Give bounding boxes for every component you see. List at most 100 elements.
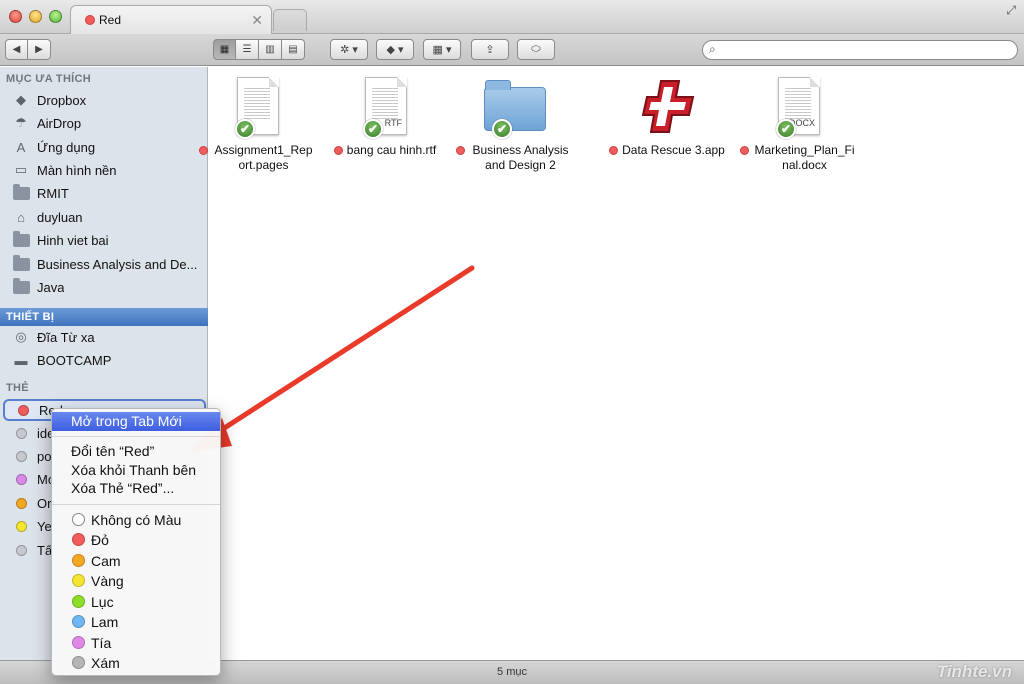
- file-item-assignment[interactable]: ✔ Assignment1_Report.pages: [192, 75, 322, 173]
- sidebar-item-label: Java: [37, 279, 65, 295]
- folder-icon: [12, 254, 30, 272]
- file-item-bang-cau-hinh[interactable]: RTF ✔ bang cau hinh.rtf: [320, 75, 450, 158]
- menu-color-label: Lục: [91, 593, 114, 610]
- menu-color-label: Cam: [91, 552, 121, 569]
- watermark: Tinhte.vn: [936, 662, 1012, 681]
- gear-icon: ✲ ▾: [340, 44, 358, 56]
- applications-icon: A: [16, 139, 26, 155]
- menu-item-rename-tag[interactable]: Đổi tên “Red”: [52, 442, 220, 461]
- file-extension-label: RTF: [384, 118, 402, 128]
- sidebar-item-dropbox[interactable]: ◆ Dropbox: [12, 89, 204, 111]
- menu-color-red[interactable]: Đỏ: [72, 530, 109, 549]
- file-item-business-analysis[interactable]: ✔ Business Analysis and Design 2: [449, 75, 579, 173]
- sidebar-item-label: Business Analysis and De...: [37, 256, 198, 272]
- sidebar-item-label: Ứng dụng: [37, 139, 96, 155]
- coverflow-view-button[interactable]: ▤: [282, 39, 305, 60]
- back-arrow-icon: ◀: [12, 44, 21, 55]
- sidebar-item-remote-disc[interactable]: ◎ Đĩa Từ xa: [12, 326, 204, 348]
- arrange-menu-button[interactable]: ▦ ▾: [423, 39, 461, 60]
- menu-color-yellow[interactable]: Vàng: [72, 571, 124, 590]
- file-name: Assignment1_Report.pages: [214, 143, 313, 172]
- tags-header: THẺ: [6, 382, 29, 394]
- sidebar-item-airdrop[interactable]: ☂ AirDrop: [12, 112, 204, 134]
- menu-item-open-new-tab[interactable]: Mở trong Tab Mới: [52, 412, 220, 431]
- sidebar-item-business-analysis[interactable]: Business Analysis and De...: [12, 253, 204, 275]
- menu-color-none[interactable]: Không có Màu: [72, 510, 181, 529]
- menu-item-delete-tag[interactable]: Xóa Thẻ “Red”...: [52, 479, 220, 498]
- menu-color-blue[interactable]: Lam: [72, 612, 118, 631]
- icon-view-button[interactable]: ▦: [213, 39, 236, 60]
- file-name: Business Analysis and Design 2: [472, 143, 569, 172]
- zoom-window-button[interactable]: [49, 10, 62, 23]
- red-tag-dot-icon: [333, 146, 343, 155]
- sidebar-item-duyluan[interactable]: ⌂ duyluan: [12, 206, 204, 228]
- column-view-icon: ▥: [265, 44, 275, 55]
- action-menu-button[interactable]: ✲ ▾: [330, 39, 368, 60]
- search-input[interactable]: [725, 43, 1005, 57]
- column-view-button[interactable]: ▥: [259, 39, 282, 60]
- sidebar-item-applications[interactable]: A Ứng dụng: [12, 136, 204, 158]
- tag-dot-icon: [12, 542, 30, 558]
- hard-drive-icon: ▬: [14, 352, 28, 368]
- tab-red[interactable]: Red ✕: [70, 5, 272, 35]
- sidebar-item-label: Or: [37, 495, 52, 511]
- fullscreen-icon[interactable]: ⤢: [1006, 3, 1016, 18]
- data-rescue-app-icon: [635, 75, 699, 139]
- minimize-window-button[interactable]: [29, 10, 42, 23]
- menu-color-purple[interactable]: Tía: [72, 633, 111, 652]
- dropbox-icon: ◆: [16, 92, 26, 107]
- menu-color-label: Không có Màu: [91, 511, 182, 528]
- favorites-header: MỤC ƯA THÍCH: [6, 73, 92, 85]
- menu-color-label: Tía: [91, 634, 112, 651]
- folder-icon: [12, 230, 30, 248]
- menu-item-remove-from-sidebar[interactable]: Xóa khỏi Thanh bên: [52, 461, 220, 480]
- sidebar-item-label: BOOTCAMP: [37, 352, 112, 368]
- sidebar-item-rmit[interactable]: RMIT: [12, 182, 204, 204]
- desktop-icon: ▭: [14, 162, 28, 177]
- red-tag-dot-icon: [739, 146, 749, 155]
- dropbox-menu-button[interactable]: ◆ ▾: [376, 39, 414, 60]
- tag-dot-icon: [12, 495, 30, 511]
- coverflow-view-icon: ▤: [288, 44, 298, 55]
- sidebar-item-label: RMIT: [37, 185, 69, 201]
- list-view-button[interactable]: ☰: [236, 39, 259, 60]
- sidebar-item-label: Tấ: [37, 542, 53, 558]
- back-button[interactable]: ◀: [5, 39, 28, 60]
- share-button[interactable]: ⇪: [471, 39, 509, 60]
- sync-check-icon: ✔: [492, 119, 512, 139]
- sidebar-item-bootcamp[interactable]: ▬ BOOTCAMP: [12, 349, 204, 371]
- tag-context-menu: Mở trong Tab Mới Đổi tên “Red” Xóa khỏi …: [51, 408, 221, 676]
- rtf-document-icon: RTF ✔: [353, 75, 417, 139]
- menu-color-label: Vàng: [91, 572, 124, 589]
- tag-dot-icon: [12, 448, 30, 464]
- sidebar-item-hinh-viet-bai[interactable]: Hinh viet bai: [12, 229, 204, 251]
- menu-color-gray[interactable]: Xám: [72, 653, 120, 672]
- home-icon: ⌂: [17, 209, 25, 225]
- file-item-data-rescue[interactable]: Data Rescue 3.app: [602, 75, 732, 158]
- search-field[interactable]: ⌕: [702, 40, 1018, 60]
- sync-check-icon: ✔: [776, 119, 796, 139]
- red-tag-dot-icon: [85, 15, 95, 25]
- forward-button[interactable]: ▶: [28, 39, 51, 60]
- sidebar-item-label: Dropbox: [37, 92, 87, 108]
- tab-close-icon[interactable]: ✕: [251, 12, 263, 29]
- file-name: bang cau hinh.rtf: [346, 143, 437, 157]
- red-tag-dot-icon: [198, 146, 208, 155]
- list-view-icon: ☰: [242, 44, 252, 55]
- sidebar-item-label: Ye: [37, 518, 52, 534]
- pages-document-icon: ✔: [225, 75, 289, 139]
- sidebar-item-desktop[interactable]: ▭ Màn hình nền: [12, 159, 204, 181]
- close-window-button[interactable]: [9, 10, 22, 23]
- file-item-marketing-plan[interactable]: DOCX ✔ Marketing_Plan_Final.docx: [733, 75, 863, 173]
- file-name: Marketing_Plan_Final.docx: [754, 143, 855, 172]
- sidebar-item-label: AirDrop: [37, 115, 82, 131]
- menu-color-green[interactable]: Lục: [72, 592, 114, 611]
- new-tab-button[interactable]: [273, 9, 307, 31]
- menu-color-orange[interactable]: Cam: [72, 551, 121, 570]
- search-icon: ⌕: [709, 42, 716, 56]
- sidebar-item-java[interactable]: Java: [12, 276, 204, 298]
- back-forward-control: ◀ ▶: [5, 39, 51, 60]
- tag-icon: ⬭: [531, 43, 541, 55]
- edit-tags-button[interactable]: ⬭: [517, 39, 555, 60]
- tag-dot-icon: [12, 425, 30, 441]
